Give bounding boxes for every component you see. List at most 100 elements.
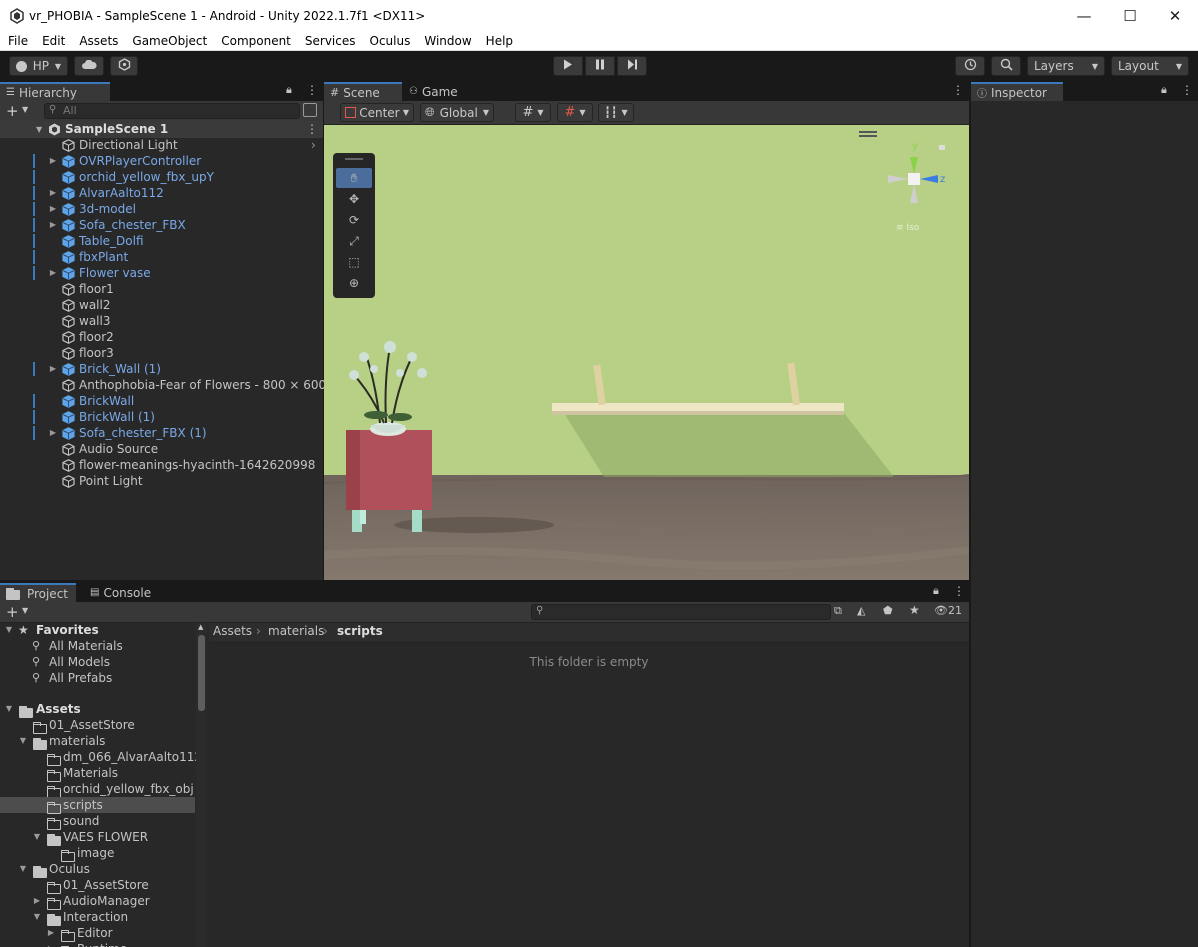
tab-hierarchy[interactable]: ☰ Hierarchy bbox=[0, 82, 110, 101]
hierarchy-item[interactable]: BrickWall bbox=[0, 393, 323, 409]
lock-icon[interactable]: 🔒︎ bbox=[286, 83, 292, 97]
folder-row[interactable]: dm_066_AlvarAalto112_ bbox=[0, 749, 207, 766]
hierarchy-search-input[interactable]: ⚲ All bbox=[44, 103, 300, 119]
tab-game[interactable]: ⚇ Game bbox=[403, 82, 473, 101]
close-button[interactable]: ✕ bbox=[1152, 0, 1198, 31]
hierarchy-item[interactable]: ▶ AlvarAalto112 bbox=[0, 185, 323, 201]
label-tag-icon[interactable]: ⬟ bbox=[883, 604, 893, 617]
menu-oculus[interactable]: Oculus bbox=[363, 34, 418, 48]
hierarchy-item[interactable]: ▶ Sofa_chester_FBX bbox=[0, 217, 323, 233]
gizmo-drag-handle[interactable] bbox=[859, 131, 877, 133]
tab-inspector[interactable]: ⓘ Inspector bbox=[971, 82, 1063, 101]
hierarchy-item[interactable]: orchid_yellow_fbx_upY bbox=[0, 169, 323, 185]
expand-down-icon[interactable]: ▼ bbox=[32, 909, 42, 925]
lock-icon[interactable]: 🔒︎ bbox=[1161, 83, 1167, 97]
menu-window[interactable]: Window bbox=[417, 34, 478, 48]
hierarchy-item[interactable]: flower-meanings-hyacinth-1642620998 bbox=[0, 457, 323, 473]
expand-down-icon[interactable]: ▼ bbox=[18, 733, 28, 749]
hierarchy-item[interactable]: floor3 bbox=[0, 345, 323, 361]
tab-console[interactable]: ▤ Console bbox=[84, 583, 164, 602]
breadcrumb-assets[interactable]: Assets bbox=[213, 624, 252, 638]
hierarchy-item[interactable]: wall3 bbox=[0, 313, 323, 329]
tab-scene[interactable]: # Scene bbox=[324, 82, 402, 101]
add-icon[interactable]: + bbox=[6, 102, 19, 120]
expand-right-icon[interactable]: ▶ bbox=[48, 153, 58, 169]
hierarchy-item[interactable]: Anthophobia-Fear of Flowers - 800 × 600p bbox=[0, 377, 334, 393]
pivot-center-dropdown[interactable]: Center ▼ bbox=[340, 103, 414, 122]
chevron-down-icon[interactable]: ▼ bbox=[22, 606, 28, 615]
expand-right-icon[interactable]: ▶ bbox=[48, 425, 58, 441]
play-button[interactable] bbox=[553, 56, 583, 76]
space-global-dropdown[interactable]: 🌐︎ Global ▼ bbox=[420, 103, 494, 122]
folder-row[interactable]: ▶ AudioManager bbox=[0, 893, 195, 910]
expand-right-icon[interactable]: ▶ bbox=[48, 201, 58, 217]
assets-root-row[interactable]: ▼ Assets bbox=[0, 701, 195, 718]
lock-icon[interactable]: 🔒︎ bbox=[933, 584, 939, 598]
folder-row[interactable]: 01_AssetStore bbox=[0, 717, 195, 734]
expand-down-icon[interactable]: ▼ bbox=[32, 829, 42, 845]
account-dropdown[interactable]: HP ▼ bbox=[9, 56, 68, 76]
menu-component[interactable]: Component bbox=[214, 34, 298, 48]
project-search-input[interactable]: ⚲ bbox=[531, 604, 831, 620]
expand-down-icon[interactable]: ▼ bbox=[36, 121, 42, 138]
more-menu-icon[interactable]: ⋮ bbox=[1181, 83, 1193, 97]
breadcrumb-scripts[interactable]: scripts bbox=[337, 624, 383, 638]
hierarchy-item[interactable]: ▶ Brick_Wall (1) bbox=[0, 361, 323, 377]
expand-right-icon[interactable]: ▶ bbox=[48, 217, 58, 233]
favorite-item[interactable]: ⚲ All Prefabs bbox=[0, 670, 195, 686]
search-button[interactable] bbox=[991, 56, 1021, 76]
chevron-right-icon[interactable]: › bbox=[311, 137, 316, 153]
expand-right-icon[interactable]: ▶ bbox=[46, 925, 56, 941]
expand-right-icon[interactable]: ▶ bbox=[48, 265, 58, 281]
step-button[interactable] bbox=[617, 56, 647, 76]
layers-dropdown[interactable]: Layers ▼ bbox=[1027, 56, 1105, 76]
expand-down-icon[interactable]: ▼ bbox=[18, 861, 28, 877]
chevron-down-icon[interactable]: ▼ bbox=[22, 105, 28, 114]
tree-scrollbar-thumb[interactable] bbox=[198, 635, 205, 711]
filter-by-type-icon[interactable]: ◭ bbox=[857, 604, 865, 617]
grid-snap-toggle[interactable]: # ▼ bbox=[515, 103, 551, 122]
menu-help[interactable]: Help bbox=[479, 34, 520, 48]
menu-gameobject[interactable]: GameObject bbox=[125, 34, 214, 48]
pause-button[interactable] bbox=[585, 56, 615, 76]
cloud-button[interactable] bbox=[74, 56, 104, 76]
folder-row[interactable]: 01_AssetStore bbox=[0, 877, 195, 894]
hierarchy-item[interactable]: ▶ OVRPlayerController bbox=[0, 153, 323, 169]
folder-row[interactable]: ▼ materials bbox=[0, 733, 195, 750]
hierarchy-item[interactable]: Audio Source bbox=[0, 441, 323, 457]
hierarchy-item[interactable]: fbxPlant bbox=[0, 249, 323, 265]
maximize-button[interactable]: ☐ bbox=[1107, 0, 1153, 31]
move-tool-button[interactable]: ✥ bbox=[336, 189, 372, 209]
hierarchy-item[interactable]: floor1 bbox=[0, 281, 323, 297]
scale-tool-button[interactable]: ⤢ bbox=[336, 231, 372, 251]
collab-button[interactable] bbox=[110, 56, 138, 76]
tab-project[interactable]: Project bbox=[0, 583, 76, 602]
expand-right-icon[interactable]: ▶ bbox=[48, 185, 58, 201]
expand-right-icon[interactable]: ▶ bbox=[32, 893, 42, 909]
menu-file[interactable]: File bbox=[0, 34, 35, 48]
grid-visibility-toggle[interactable]: # ▼ bbox=[557, 103, 593, 122]
hierarchy-item[interactable]: Point Light bbox=[0, 473, 323, 489]
increment-snap-toggle[interactable]: ┇┇ ▼ bbox=[598, 103, 634, 122]
hierarchy-item[interactable]: ▶ 3d-model bbox=[0, 201, 323, 217]
menu-services[interactable]: Services bbox=[298, 34, 363, 48]
folder-row[interactable]: scripts bbox=[0, 797, 195, 814]
projection-label[interactable]: ≡ Iso bbox=[896, 223, 919, 233]
hierarchy-item[interactable]: floor2 bbox=[0, 329, 323, 345]
orientation-gizmo[interactable]: y z ≡ Iso bbox=[882, 139, 952, 233]
breadcrumb-materials[interactable]: materials bbox=[268, 624, 324, 638]
hierarchy-item[interactable]: ▶ Sofa_chester_FBX (1) bbox=[0, 425, 323, 441]
history-button[interactable] bbox=[955, 56, 985, 76]
scene-visibility-icon[interactable] bbox=[303, 103, 317, 117]
hidden-packages-toggle[interactable]: 👁︎21 bbox=[934, 604, 962, 617]
folder-row[interactable]: orchid_yellow_fbx_obj bbox=[0, 781, 195, 798]
more-menu-icon[interactable]: ⋮ bbox=[953, 584, 965, 598]
menu-assets[interactable]: Assets bbox=[72, 34, 125, 48]
folder-row[interactable]: ▶ Editor bbox=[0, 925, 195, 942]
scene-viewport[interactable]: y z ≡ Iso ✋︎ ✥ ⟳ ⤢ ⬚ ⊕ bbox=[324, 125, 969, 580]
folder-row[interactable]: sound bbox=[0, 813, 195, 830]
layout-dropdown[interactable]: Layout ▼ bbox=[1111, 56, 1189, 76]
favorites-row[interactable]: ▼ ★ Favorites bbox=[0, 623, 195, 638]
more-menu-icon[interactable]: ⋮ bbox=[952, 83, 964, 97]
expand-right-icon[interactable]: ▶ bbox=[46, 941, 56, 947]
